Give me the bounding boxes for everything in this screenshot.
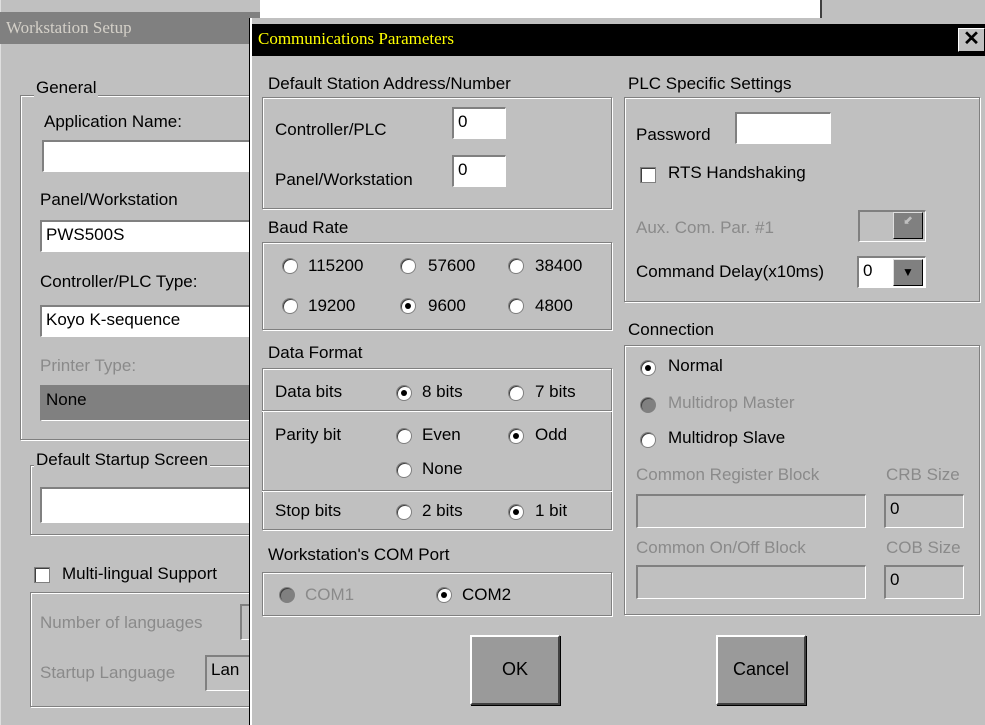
plc-type-select[interactable]: Koyo K-sequence xyxy=(40,305,260,337)
aux-dropdown-button[interactable]: ⬋ xyxy=(893,212,923,239)
cob-block-input[interactable] xyxy=(636,565,866,599)
parity-none-label: None xyxy=(422,459,463,478)
parity-odd-label: Odd xyxy=(535,425,568,444)
cob-block-label: Common On/Off Block xyxy=(636,538,806,557)
connection-normal-radio[interactable] xyxy=(640,360,656,376)
close-icon: ✕ xyxy=(963,28,980,50)
divider xyxy=(262,490,612,492)
connection-multidrop-master-label: Multidrop Master xyxy=(668,393,795,412)
workstation-setup-title: Workstation Setup xyxy=(0,12,260,44)
stop-bits-label: Stop bits xyxy=(275,501,342,520)
stop-bits-1-label: 1 bit xyxy=(535,501,568,520)
data-bits-label: Data bits xyxy=(275,382,343,401)
password-label: Password xyxy=(636,125,711,144)
parity-bit-label: Parity bit xyxy=(275,425,342,444)
multilingual-label: Multi-lingual Support xyxy=(62,564,217,583)
cob-size-input[interactable]: 0 xyxy=(884,565,964,599)
baud-19200-label: 19200 xyxy=(308,296,356,315)
rts-handshaking-label: RTS Handshaking xyxy=(668,163,806,182)
startup-language-label: Startup Language xyxy=(40,663,176,682)
aux-com-par-label: Aux. Com. Par. #1 xyxy=(636,218,774,237)
baud-9600-label: 9600 xyxy=(428,296,466,315)
baud-4800-label: 4800 xyxy=(535,296,573,315)
parity-odd-radio[interactable] xyxy=(508,428,524,444)
baud-57600-label: 57600 xyxy=(428,256,476,275)
data-bits-7-radio[interactable] xyxy=(508,385,524,401)
crb-size-input[interactable]: 0 xyxy=(884,494,964,528)
command-delay-label: Command Delay(x10ms) xyxy=(636,262,824,281)
connection-multidrop-slave-radio[interactable] xyxy=(640,432,656,448)
baud-19200-radio[interactable] xyxy=(282,298,298,314)
connection-label: Connection xyxy=(628,320,715,339)
com-port-label: Workstation's COM Port xyxy=(268,545,450,564)
station-address-group xyxy=(262,97,612,209)
parity-even-label: Even xyxy=(422,425,461,444)
parity-even-radio[interactable] xyxy=(396,428,412,444)
baud-115200-radio[interactable] xyxy=(282,258,298,274)
background-window-edge xyxy=(820,0,985,18)
parity-none-radio[interactable] xyxy=(396,462,412,478)
panel-select[interactable]: PWS500S xyxy=(40,220,260,252)
cancel-button[interactable]: Cancel xyxy=(716,635,806,705)
plc-settings-label: PLC Specific Settings xyxy=(628,74,792,93)
com2-radio[interactable] xyxy=(436,587,452,603)
controller-plc-input[interactable]: 0 xyxy=(452,107,506,139)
command-delay-dropdown-button[interactable]: ▼ xyxy=(893,259,923,286)
com1-label: COM1 xyxy=(305,585,355,604)
station-address-label: Default Station Address/Number xyxy=(268,74,511,93)
panel-workstation-input[interactable]: 0 xyxy=(452,155,506,187)
num-languages-label: Number of languages xyxy=(40,613,203,632)
connection-multidrop-slave-label: Multidrop Slave xyxy=(668,428,786,447)
general-label: General xyxy=(34,78,99,98)
com1-radio[interactable] xyxy=(279,587,295,603)
baud-38400-radio[interactable] xyxy=(508,258,524,274)
baud-rate-label: Baud Rate xyxy=(268,218,349,237)
baud-4800-radio[interactable] xyxy=(508,298,524,314)
startup-screen-select[interactable] xyxy=(40,487,260,523)
dropdown-arrow-icon: ⬋ xyxy=(902,213,914,227)
com2-label: COM2 xyxy=(462,585,512,604)
connection-multidrop-master-radio[interactable] xyxy=(640,397,656,413)
printer-type-label: Printer Type: xyxy=(40,356,137,375)
connection-normal-label: Normal xyxy=(668,356,723,375)
close-button[interactable]: ✕ xyxy=(958,28,985,52)
rts-handshaking-checkbox[interactable] xyxy=(640,167,656,183)
controller-plc-label: Controller/PLC xyxy=(275,120,387,139)
data-bits-8-radio[interactable] xyxy=(396,385,412,401)
crb-size-label: CRB Size xyxy=(886,465,960,484)
startup-screen-label: Default Startup Screen xyxy=(34,450,210,470)
app-name-input[interactable] xyxy=(42,140,260,172)
data-format-label: Data Format xyxy=(268,343,363,362)
crb-block-label: Common Register Block xyxy=(636,465,820,484)
data-bits-8-label: 8 bits xyxy=(422,382,463,401)
baud-115200-label: 115200 xyxy=(308,256,364,275)
dropdown-arrow-icon: ▼ xyxy=(902,265,914,279)
cob-size-label: COB Size xyxy=(886,538,961,557)
data-bits-7-label: 7 bits xyxy=(535,382,576,401)
stop-bits-1-radio[interactable] xyxy=(508,504,524,520)
stop-bits-2-radio[interactable] xyxy=(396,504,412,520)
multilingual-checkbox[interactable] xyxy=(34,567,50,583)
comm-params-title: Communications Parameters xyxy=(252,24,985,56)
baud-9600-radio[interactable] xyxy=(400,298,416,314)
password-input[interactable] xyxy=(735,112,831,144)
baud-57600-radio[interactable] xyxy=(400,258,416,274)
stop-bits-2-label: 2 bits xyxy=(422,501,463,520)
panel-workstation-label: Panel/Workstation xyxy=(275,170,413,189)
printer-type-select[interactable]: None xyxy=(40,385,260,421)
divider xyxy=(262,410,612,412)
crb-block-input[interactable] xyxy=(636,494,866,528)
baud-38400-label: 38400 xyxy=(535,256,583,275)
ok-button[interactable]: OK xyxy=(470,635,560,705)
plc-type-label: Controller/PLC Type: xyxy=(40,272,198,291)
panel-label: Panel/Workstation xyxy=(40,190,178,209)
app-name-label: Application Name: xyxy=(44,112,182,131)
